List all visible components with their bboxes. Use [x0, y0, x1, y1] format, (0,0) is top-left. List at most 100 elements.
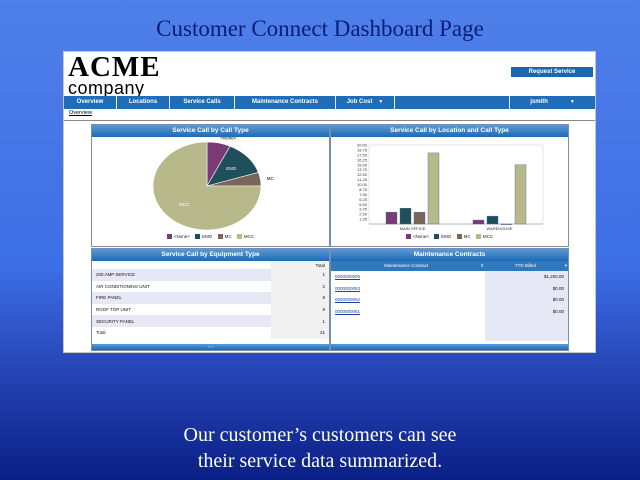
- contract-billed: $0.00: [485, 294, 568, 306]
- equipment-name: FIRE PANEL: [92, 292, 271, 304]
- caption-line-2: their service data summarized.: [197, 450, 443, 472]
- legend-swatch: [195, 234, 201, 240]
- contracts-panel: Maintenance Contracts Maintenance Contra…: [330, 248, 569, 351]
- bar-chart-panel: Service Call by Location and Call Type 2…: [330, 124, 569, 247]
- bar-chart: 20.0018.7517.5016.2515.0013.7512.5011.25…: [357, 143, 544, 231]
- pie-chart: <None> EMG MC MCC: [152, 137, 275, 231]
- nav-job-cost[interactable]: Job Cost ▼: [336, 96, 394, 109]
- table-row: 200 AMP SERVICE 1: [92, 269, 329, 281]
- contract-header-label: Maintenance Contract: [384, 263, 429, 268]
- legend-label: MCC: [243, 234, 255, 239]
- pie-legend: <None> EMG MC MCC: [92, 234, 329, 240]
- equipment-total: 1: [271, 269, 329, 281]
- equipment-name: 200 AMP SERVICE: [92, 269, 271, 281]
- user-menu[interactable]: jsmith ▼: [510, 96, 595, 109]
- sub-navigation: Overview: [64, 109, 595, 121]
- bar-mcc[interactable]: [514, 164, 527, 225]
- table-row: FIRE PANEL 9: [92, 292, 329, 304]
- equipment-total: 8: [271, 303, 329, 316]
- legend-label: <None>: [412, 234, 429, 239]
- legend-label: EMG: [202, 234, 213, 239]
- nav-overview[interactable]: Overview: [64, 96, 116, 109]
- legend-item: <None>: [405, 234, 429, 240]
- legend-swatch: [456, 234, 462, 240]
- table-total-row: Total 21: [92, 326, 329, 339]
- contract-billed: $0.00: [485, 305, 568, 318]
- equipment-total: 21: [271, 326, 329, 339]
- x-tick-label: MAIN OFFICE: [400, 226, 426, 231]
- bar-mcc[interactable]: [427, 152, 440, 225]
- dashboard-window: ACME company Request Service Overview Lo…: [63, 51, 596, 353]
- legend-item: <None>: [166, 234, 190, 240]
- pie-slice-label: MC: [267, 176, 275, 181]
- table-row: 0000000053 $0.00: [331, 282, 568, 295]
- contract-link[interactable]: 0000000053: [331, 283, 485, 295]
- y-tick-label: 1.25: [359, 217, 368, 222]
- equipment-total: 2: [271, 280, 329, 293]
- nav-locations[interactable]: Locations: [117, 96, 169, 109]
- chevron-down-icon: ▼: [378, 99, 384, 105]
- nav-service-calls[interactable]: Service Calls: [170, 96, 234, 109]
- nav-maintenance-contracts[interactable]: Maintenance Contracts: [235, 96, 335, 109]
- user-name: jsmith: [530, 99, 548, 105]
- total-header: Total: [271, 261, 329, 269]
- contract-billed: $1,200.00: [485, 271, 568, 283]
- equipment-panel: Service Call by Equipment Type Total 200…: [91, 248, 330, 351]
- empty-cell: [485, 328, 568, 341]
- bar-mc[interactable]: [413, 211, 426, 225]
- table-header-cell: [92, 261, 271, 269]
- contracts-table: Maintenance Contract ⇕ TTD Billed ▾ 0000…: [331, 261, 568, 341]
- contract-link[interactable]: 0000000005: [331, 271, 485, 283]
- bar-none[interactable]: [385, 211, 398, 225]
- table-row: SECURITY PANEL 1: [92, 315, 329, 327]
- legend-swatch: [475, 234, 481, 240]
- legend-label: EMG: [441, 234, 452, 239]
- acme-logo: ACME company: [68, 53, 161, 98]
- bar-mc[interactable]: [500, 223, 513, 225]
- legend-item: MCC: [236, 234, 255, 240]
- table-row: ROOF TOP UNIT 8: [92, 303, 329, 316]
- legend-item: EMG: [195, 234, 213, 240]
- pager-dots[interactable]: ○ ○: [92, 344, 329, 350]
- legend-item: EMG: [434, 234, 452, 240]
- panel-footer: [331, 344, 568, 350]
- table-row: [331, 328, 568, 341]
- contract-column-header[interactable]: Maintenance Contract ⇕: [331, 261, 485, 271]
- slide-title: Customer Connect Dashboard Page: [156, 16, 484, 41]
- table-row: 0000000005 $1,200.00: [331, 271, 568, 283]
- nav-job-cost-label: Job Cost: [346, 99, 373, 105]
- contracts-title: Maintenance Contracts: [331, 249, 568, 261]
- table-row: 0000000052 $0.00: [331, 294, 568, 306]
- legend-label: MCC: [482, 234, 494, 239]
- main-nav: Overview Locations Service Calls Mainten…: [64, 96, 595, 109]
- table-row: 0000000061 $0.00: [331, 305, 568, 318]
- table-row: AIR CONDITIONING UNIT 2: [92, 280, 329, 293]
- empty-cell: [331, 317, 485, 329]
- contract-link[interactable]: 0000000052: [331, 294, 485, 306]
- slide-caption: Our customer’s customers can see their s…: [0, 422, 640, 474]
- equipment-total: 9: [271, 292, 329, 304]
- pie-chart-title: Service Call by Call Type: [92, 125, 329, 137]
- contract-link[interactable]: 0000000061: [331, 306, 485, 318]
- billed-column-header[interactable]: TTD Billed ▾: [485, 261, 568, 271]
- legend-item: MC: [217, 234, 232, 240]
- nav-divider: [394, 96, 395, 109]
- breadcrumb-overview[interactable]: Overview: [69, 110, 92, 116]
- bar-emg[interactable]: [486, 215, 499, 225]
- chevron-down-icon: ▾: [564, 263, 567, 268]
- legend-swatch: [166, 234, 172, 240]
- bar-emg[interactable]: [399, 207, 412, 225]
- bar-none[interactable]: [472, 219, 485, 225]
- legend-item: MC: [456, 234, 471, 240]
- legend-label: <None>: [173, 234, 190, 239]
- pie-slice-label: <None>: [220, 137, 236, 140]
- equipment-name: ROOF TOP UNIT: [96, 307, 132, 313]
- legend-swatch: [434, 234, 440, 240]
- table-row: [331, 317, 568, 329]
- legend-label: MC: [224, 234, 232, 239]
- bar-legend: <None> EMG MC MCC: [331, 234, 568, 240]
- table-header-row: Maintenance Contract ⇕ TTD Billed ▾: [331, 261, 568, 271]
- table-header-row: Total: [92, 261, 329, 269]
- equipment-name: SECURITY PANEL: [92, 315, 271, 327]
- request-service-button[interactable]: Request Service: [511, 67, 593, 77]
